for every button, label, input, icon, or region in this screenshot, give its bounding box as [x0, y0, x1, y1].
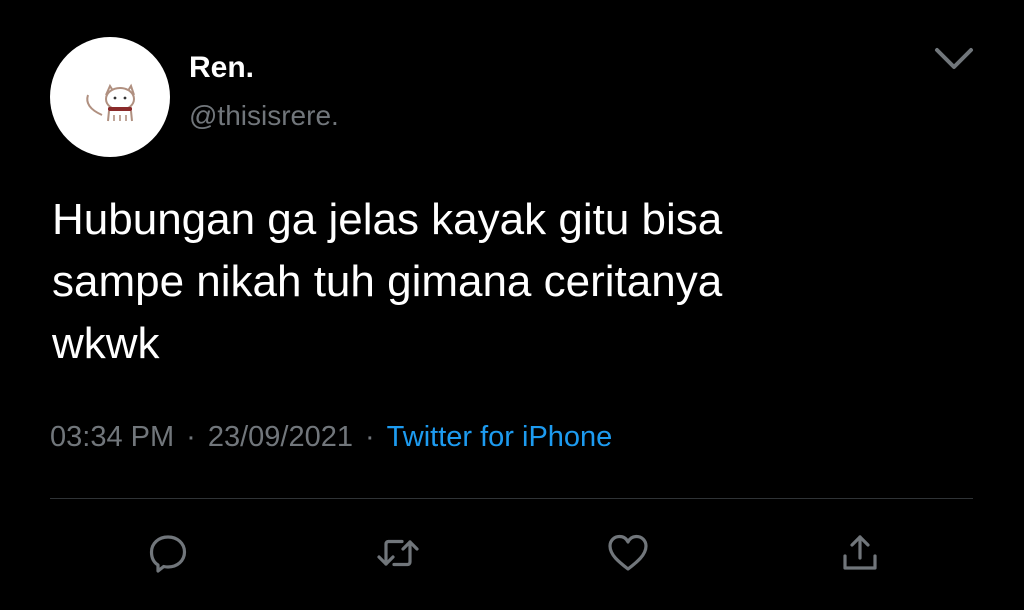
- display-name[interactable]: Ren.: [189, 48, 254, 88]
- reply-icon[interactable]: [145, 530, 191, 576]
- tweet-date[interactable]: 23/09/2021: [208, 421, 353, 453]
- tweet-text-line: Hubungan ga jelas kayak gitu bisa: [52, 195, 723, 244]
- tweet-text-line: sampe nikah tuh gimana ceritanya: [52, 257, 723, 306]
- chevron-down-icon[interactable]: [930, 40, 978, 76]
- retweet-icon[interactable]: [375, 530, 421, 576]
- divider: [50, 498, 973, 499]
- cat-avatar-icon: [86, 83, 135, 122]
- separator-dot: ·: [364, 421, 375, 453]
- user-handle[interactable]: @thisisrere.: [189, 97, 339, 135]
- tweet-time[interactable]: 03:34 PM: [50, 421, 174, 453]
- avatar[interactable]: [50, 37, 170, 157]
- tweet-text-line: wkwk: [52, 319, 160, 368]
- share-icon[interactable]: [837, 530, 883, 576]
- heart-icon[interactable]: [605, 530, 651, 576]
- tweet-metadata: 03:34 PM · 23/09/2021 · Twitter for iPhone: [50, 417, 612, 457]
- tweet-text: Hubungan ga jelas kayak gitu bisa sampe …: [52, 189, 952, 375]
- separator-dot: ·: [186, 421, 196, 453]
- tweet-source-link[interactable]: Twitter for iPhone: [387, 421, 613, 453]
